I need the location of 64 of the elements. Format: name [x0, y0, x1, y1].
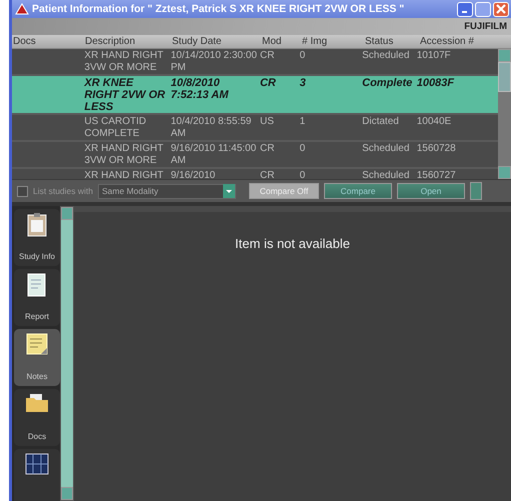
image-grid-icon: [25, 453, 49, 475]
empty-message: Item is not available: [235, 236, 350, 252]
table-cell: Scheduled: [362, 143, 410, 154]
scrollbar[interactable]: [60, 206, 74, 501]
sidebar-item[interactable]: Report: [14, 269, 60, 326]
checkbox[interactable]: [17, 186, 28, 196]
scrollbar[interactable]: [498, 49, 511, 179]
table-row[interactable]: XR KNEE RIGHT 2VW OR LESS 10/8/2010 7:52:13 AM CR 3 Complete 10083F: [12, 76, 498, 115]
modality-dropdown[interactable]: Same Modality: [98, 184, 236, 198]
table-cell: 10107F: [416, 50, 451, 61]
maximize-button[interactable]: [475, 2, 491, 16]
column-header[interactable]: Accession #: [417, 35, 502, 48]
table-cell: Scheduled: [362, 50, 410, 61]
table-cell: 1: [300, 116, 306, 127]
table-cell: US CAROTID COMPLETE: [84, 116, 146, 139]
table-cell: US: [260, 116, 274, 127]
table-cell: 9/16/2010: [170, 170, 216, 179]
app-icon: [15, 3, 29, 15]
column-header[interactable]: Docs: [12, 35, 82, 48]
sidebar-item[interactable]: Docs: [14, 389, 60, 446]
table-cell: XR HAND RIGHT 3VW OR MORE: [84, 50, 164, 73]
sidebar-item[interactable]: Notes: [14, 329, 60, 386]
table-cell: 10/14/2010 2:30:00 PM: [170, 50, 257, 73]
table-cell: 0: [300, 50, 306, 61]
checkbox-label: List studies with: [33, 186, 93, 196]
column-header[interactable]: # Img: [299, 35, 362, 48]
table-row[interactable]: US CAROTID COMPLETE 10/4/2010 8:55:59 AM US 1 Dictated 10040E: [12, 115, 498, 142]
folder-icon: [25, 393, 49, 413]
table-cell: 3: [300, 77, 306, 89]
table-cell: CR: [260, 143, 274, 154]
table-cell: 0: [300, 170, 306, 179]
brand-logo: FUJIFILM: [464, 21, 507, 32]
table-cell: 1560728: [416, 143, 456, 154]
document-icon: [27, 273, 47, 297]
table-cell: XR HAND RIGHT 3VW OR MORE: [84, 143, 164, 166]
close-button[interactable]: [493, 2, 509, 16]
table-cell: 10083F: [416, 77, 454, 89]
table-cell: 10040E: [416, 116, 452, 127]
column-header[interactable]: Description: [82, 35, 169, 48]
table-cell: CR: [260, 170, 274, 179]
table-cell: XR HAND RIGHT: [84, 170, 164, 179]
note-icon: [26, 333, 48, 355]
column-header[interactable]: Study Date: [169, 35, 259, 48]
table-cell: Scheduled: [362, 170, 410, 179]
column-header[interactable]: Status: [362, 35, 417, 48]
sidebar-item[interactable]: [14, 449, 60, 501]
table-row[interactable]: XR HAND RIGHT 3VW OR MORE 10/14/2010 2:30:00 PM CR 0 Scheduled 10107F: [12, 49, 498, 76]
table-cell: 0: [300, 143, 306, 154]
window-title: Patient Information for " Zztest, Patrick S XR KNEE RIGHT 2VW OR LESS ": [32, 3, 406, 15]
table-cell: CR: [260, 50, 274, 61]
table-cell: Dictated: [362, 116, 399, 127]
sidebar-item[interactable]: Study Info: [14, 209, 60, 266]
close-icon: [496, 4, 506, 14]
table-cell: Complete: [362, 77, 412, 89]
table-cell: 9/16/2010 11:45:00 AM: [170, 143, 256, 166]
table-cell: 1560727: [416, 170, 456, 179]
clipboard-icon: [27, 213, 47, 237]
column-header[interactable]: Mod: [259, 35, 299, 48]
table-cell: CR: [260, 77, 276, 89]
table-row[interactable]: XR HAND RIGHT 3VW OR MORE 9/16/2010 11:45:00 AM CR 0 Scheduled 1560728: [12, 142, 498, 169]
table-cell: 10/4/2010 8:55:59 AM: [170, 116, 252, 139]
table-cell: 10/8/2010 7:52:13 AM: [170, 77, 228, 101]
table-cell: XR KNEE RIGHT 2VW OR LESS: [84, 77, 166, 113]
minimize-button[interactable]: [457, 2, 473, 16]
